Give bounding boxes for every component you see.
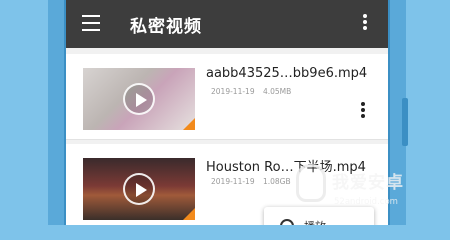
item-more-vertical-icon[interactable] — [360, 102, 366, 118]
video-size: 1.08GB — [262, 177, 291, 186]
video-date: 2019-11-19 — [211, 87, 255, 96]
hamburger-menu-icon[interactable] — [82, 15, 100, 31]
watermark-logo-icon — [296, 164, 326, 202]
play-icon[interactable] — [123, 173, 155, 205]
video-name: aabb43525…bb9e6.mp4 — [206, 66, 368, 81]
watermark-text: 我爱安卓 — [332, 173, 404, 193]
video-date: 2019-11-19 — [211, 177, 255, 186]
phone-bezel-left — [48, 0, 66, 225]
phone-side-button — [402, 98, 408, 146]
more-vertical-icon[interactable] — [362, 14, 368, 32]
video-meta: 2019-11-19 1.08GB — [211, 177, 291, 186]
video-thumbnail[interactable] — [83, 68, 195, 130]
site-watermark: 我爱安卓 52android.com — [288, 160, 448, 222]
page-title: 私密视频 — [130, 17, 202, 37]
app-bar: 私密视频 — [66, 0, 388, 48]
video-list-item[interactable]: aabb43525…bb9e6.mp4 2019-11-19 4.05MB — [66, 54, 388, 140]
video-thumbnail[interactable] — [83, 158, 195, 220]
video-meta: 2019-11-19 4.05MB — [211, 87, 291, 96]
watermark-url: 52android.com — [334, 197, 398, 207]
play-icon[interactable] — [123, 83, 155, 115]
thumbnail-corner-badge — [183, 118, 195, 130]
video-size: 4.05MB — [262, 87, 292, 96]
thumbnail-corner-badge — [183, 208, 195, 220]
